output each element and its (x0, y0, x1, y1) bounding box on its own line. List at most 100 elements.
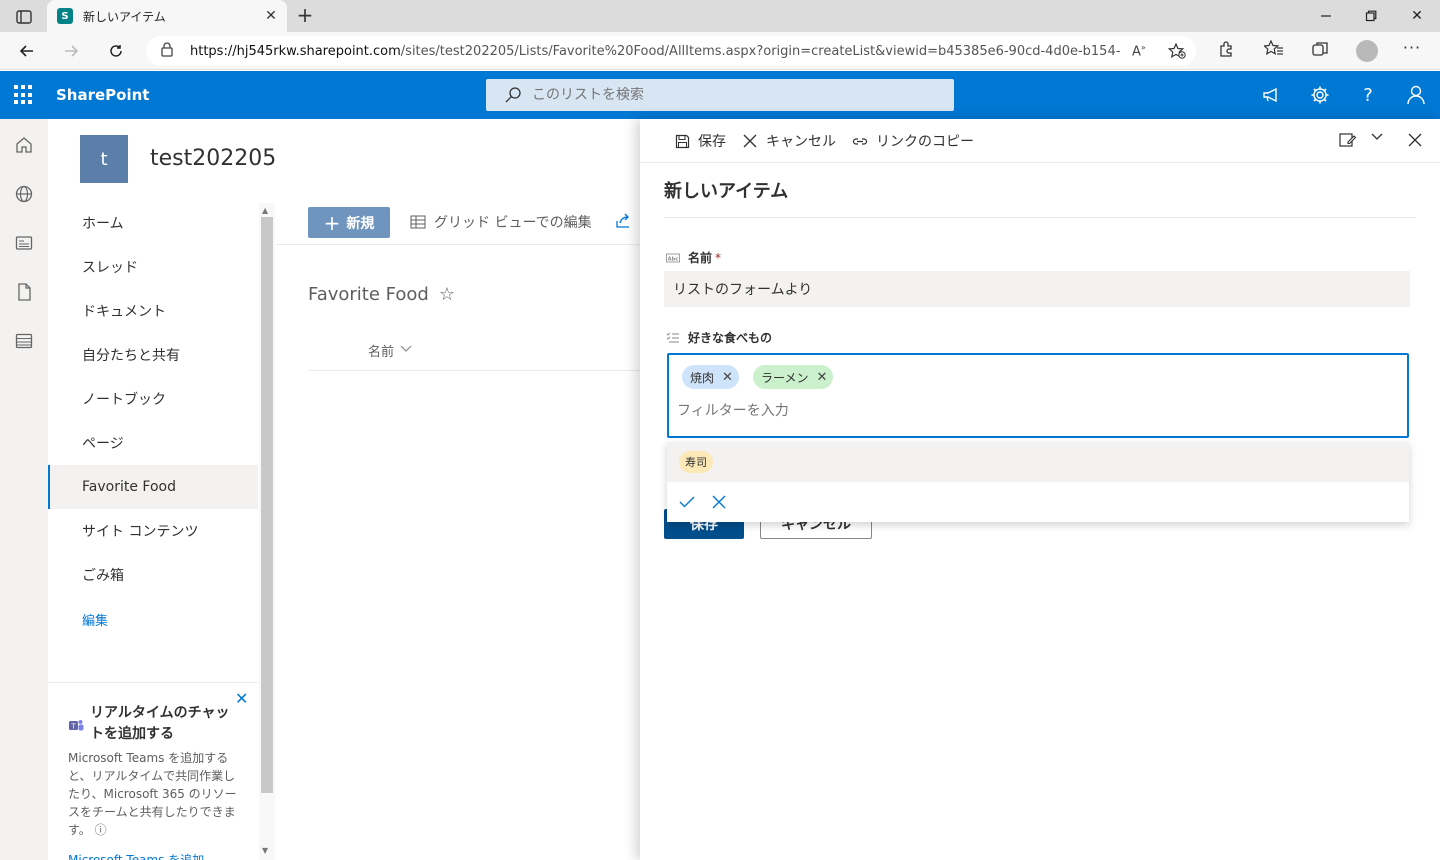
remove-chip-icon[interactable]: ✕ (722, 370, 733, 385)
command-bar: + 新規 グリッド ビューでの編集 (276, 200, 640, 244)
name-input-value: リストのフォームより (673, 282, 813, 298)
tab-title: 新しいアイテム (83, 9, 166, 24)
nav-item-shared-with-us[interactable]: 自分たちと共有 (48, 333, 258, 377)
text-field-icon: Abc (666, 252, 680, 264)
scroll-down-icon[interactable]: ▼ (262, 846, 268, 855)
restore-icon[interactable] (1348, 0, 1394, 32)
list-title: Favorite Food ☆ (308, 284, 455, 305)
app-launcher-icon[interactable] (14, 85, 34, 105)
grid-edit-label: グリッド ビューでの編集 (434, 215, 592, 231)
svg-text:T: T (70, 723, 76, 731)
minimize-icon[interactable] (1303, 0, 1349, 32)
scroll-thumb[interactable] (261, 217, 273, 793)
favorites-icon[interactable] (1262, 39, 1284, 60)
sharepoint-brand[interactable]: SharePoint (56, 86, 149, 104)
close-tab-icon[interactable]: ✕ (263, 8, 279, 24)
selected-chip: 焼肉 ✕ (682, 365, 739, 389)
refresh-icon[interactable] (103, 38, 129, 64)
scroll-up-icon[interactable]: ▲ (262, 206, 268, 215)
option-chip: 寿司 (679, 451, 713, 473)
new-item-panel: 保存 キャンセル リンクのコピー 新しいアイテム Abc 名前 * リストのフォ… (640, 119, 1440, 860)
address-field[interactable]: https://hj545rkw.sharepoint.com/sites/te… (146, 36, 1196, 66)
chevron-down-icon[interactable] (1371, 133, 1383, 141)
search-input[interactable] (532, 87, 932, 103)
site-logo[interactable]: t (80, 135, 128, 183)
cancel-button[interactable]: キャンセル (742, 131, 836, 151)
teams-promo-card: T リアルタイムのチャットを追加する ✕ Microsoft Teams を追加… (48, 682, 258, 860)
globe-icon[interactable] (14, 184, 34, 204)
name-input[interactable]: リストのフォームより (664, 271, 1410, 307)
chip-label: 焼肉 (690, 370, 715, 385)
close-window-icon[interactable]: ✕ (1394, 0, 1440, 32)
close-panel-icon[interactable] (1408, 133, 1422, 147)
list-icon[interactable] (14, 331, 34, 351)
tab-actions-icon[interactable] (8, 6, 40, 28)
teams-card-body-text: Microsoft Teams を追加すると、リアルタイムで共同作業したり、Mi… (68, 751, 237, 837)
dropdown-option[interactable]: 寿司 (667, 442, 1409, 482)
save-button[interactable]: 保存 (674, 131, 726, 151)
collections-icon[interactable] (1310, 40, 1330, 60)
url-path: /sites/test202205/Lists/Favorite%20Food/… (400, 43, 1120, 59)
nav-scrollbar[interactable]: ▲ ▼ (259, 203, 275, 860)
new-tab-button[interactable]: + (294, 4, 316, 28)
new-item-button[interactable]: + 新規 (308, 207, 390, 238)
nav-item-documents[interactable]: ドキュメント (48, 289, 258, 333)
close-icon[interactable] (709, 492, 729, 512)
teams-icon: T (68, 717, 84, 733)
edit-form-icon[interactable] (1339, 132, 1357, 148)
url-host: https://hj545rkw.sharepoint.com (190, 43, 401, 59)
column-header-name[interactable]: 名前 (368, 341, 412, 360)
help-icon[interactable]: ? (1356, 83, 1380, 107)
choice-dropdown: 寿司 (667, 442, 1409, 522)
divider (276, 244, 640, 245)
info-icon[interactable]: ⓘ (95, 823, 107, 837)
grid-icon (410, 214, 426, 230)
app-rail (0, 119, 48, 860)
back-icon[interactable] (14, 38, 40, 64)
browser-tab[interactable]: S 新しいアイテム ✕ (47, 0, 287, 32)
add-teams-link[interactable]: Microsoft Teams を追加 (68, 851, 204, 860)
nav-item-threads[interactable]: スレッド (48, 245, 258, 289)
share-icon[interactable] (614, 212, 632, 230)
settings-gear-icon[interactable] (1308, 83, 1332, 107)
nav-item-home[interactable]: ホーム (48, 201, 258, 245)
megaphone-icon[interactable] (1260, 83, 1284, 107)
forward-icon[interactable] (58, 38, 84, 64)
star-icon[interactable]: ☆ (439, 284, 455, 305)
teams-card-body: Microsoft Teams を追加すると、リアルタイムで共同作業したり、Mi… (68, 749, 244, 839)
sharepoint-favicon-icon: S (57, 8, 73, 24)
close-icon[interactable]: ✕ (235, 689, 248, 708)
list-title-text[interactable]: Favorite Food (308, 284, 429, 305)
site-name[interactable]: test202205 (150, 146, 276, 171)
filter-input[interactable] (677, 403, 1177, 419)
food-field-label: 好きな食べもの (666, 329, 772, 346)
document-icon[interactable] (14, 282, 34, 302)
remove-chip-icon[interactable]: ✕ (817, 370, 828, 385)
add-favorite-icon[interactable] (1167, 42, 1186, 63)
copy-link-button[interactable]: リンクのコピー (852, 131, 974, 151)
grid-edit-button[interactable]: グリッド ビューでの編集 (410, 212, 592, 232)
search-box[interactable] (486, 79, 954, 111)
nav-item-pages[interactable]: ページ (48, 421, 258, 465)
account-icon[interactable] (1404, 83, 1428, 107)
profile-avatar[interactable] (1356, 40, 1378, 62)
save-icon (674, 133, 690, 149)
food-choice-picker[interactable]: 焼肉 ✕ ラーメン ✕ (667, 353, 1409, 438)
news-icon[interactable] (14, 233, 34, 253)
checkmark-icon[interactable] (677, 492, 697, 512)
read-aloud-icon[interactable]: A» (1132, 43, 1146, 59)
home-icon[interactable] (14, 135, 34, 155)
nav-item-favorite-food[interactable]: Favorite Food (48, 465, 258, 509)
more-icon[interactable]: ··· (1402, 38, 1422, 58)
nav-item-site-contents[interactable]: サイト コンテンツ (48, 509, 258, 553)
nav-item-notebook[interactable]: ノートブック (48, 377, 258, 421)
chip-label: ラーメン (761, 370, 809, 385)
nav-edit-link[interactable]: 編集 (48, 597, 258, 641)
extensions-icon[interactable] (1217, 40, 1237, 60)
copy-link-label: リンクのコピー (876, 134, 974, 150)
divider (308, 370, 640, 371)
cancel-label: キャンセル (766, 134, 836, 150)
plus-icon: + (323, 210, 341, 235)
lock-icon[interactable] (160, 41, 178, 61)
nav-item-recycle-bin[interactable]: ごみ箱 (48, 553, 258, 597)
